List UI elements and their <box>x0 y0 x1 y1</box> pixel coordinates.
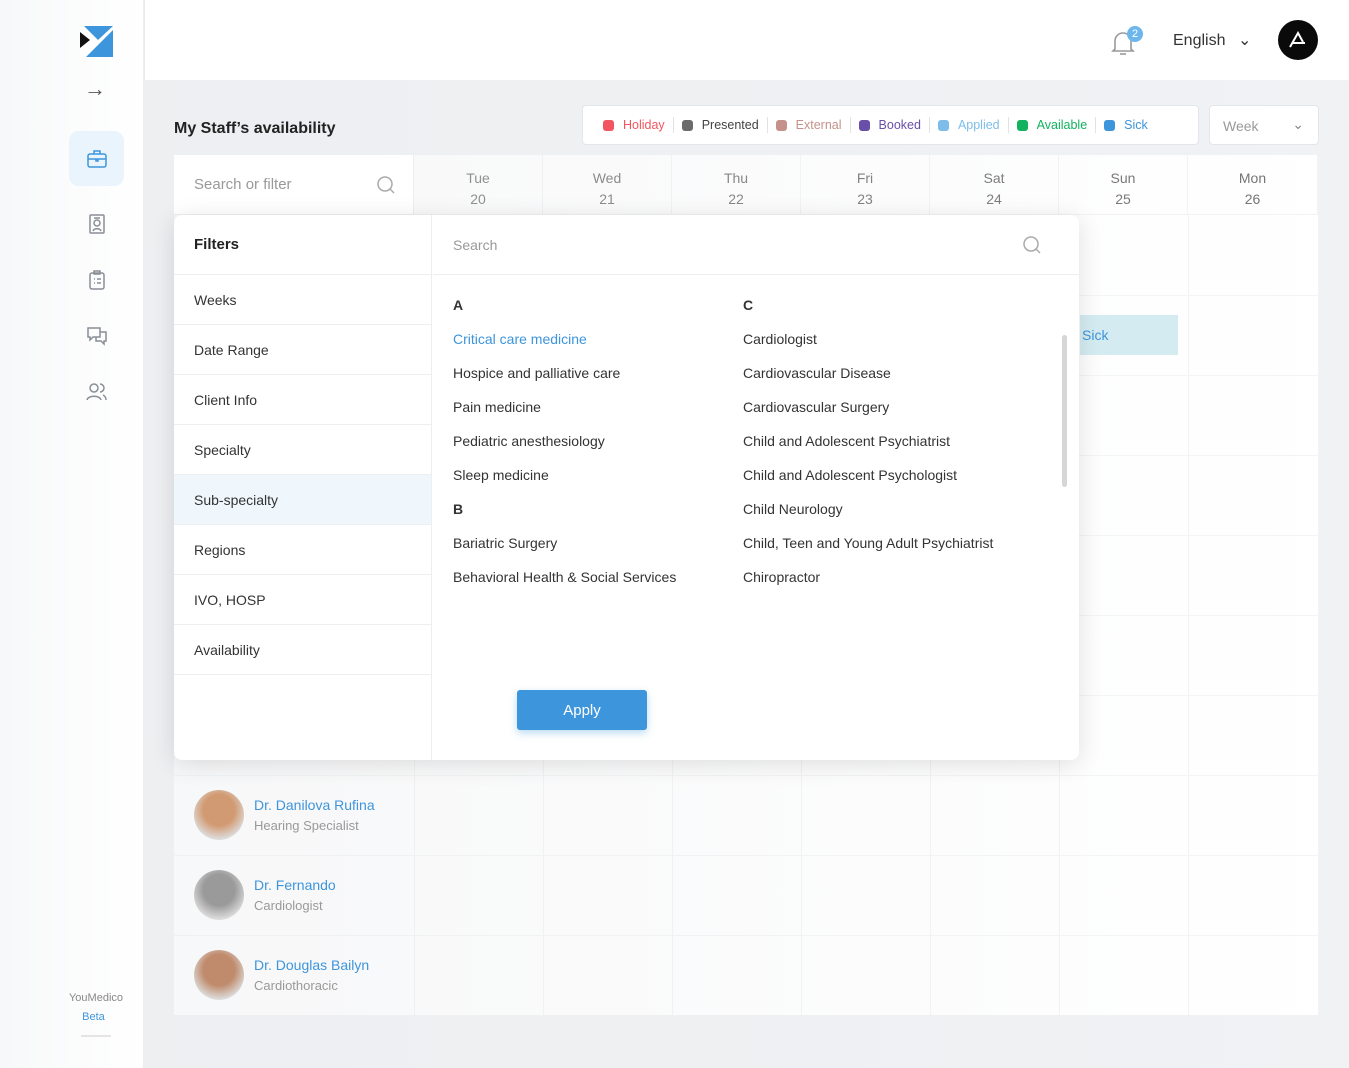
staff-name[interactable]: Dr. Douglas Bailyn <box>254 957 369 973</box>
staff-name[interactable]: Dr. Danilova Rufina <box>254 797 375 813</box>
filter-category-ivo-hosp[interactable]: IVO, HOSP <box>174 575 431 625</box>
expand-sidebar-arrow-icon[interactable]: → <box>84 76 106 102</box>
search-icon <box>1023 236 1041 254</box>
legend-label: Available <box>1036 118 1088 132</box>
language-select[interactable]: English ⌄ <box>1173 30 1251 50</box>
filter-search-input[interactable]: Search <box>433 215 1079 275</box>
filter-category-specialty[interactable]: Specialty <box>174 425 431 475</box>
legend-swatch <box>775 119 787 131</box>
sidebar-nav-chat[interactable] <box>69 308 124 363</box>
legend-item-holiday: Holiday <box>595 117 674 133</box>
user-logo-icon <box>1289 31 1305 48</box>
legend-label: Booked <box>878 118 921 132</box>
filter-category-date-range[interactable]: Date Range <box>174 325 431 375</box>
filter-category-weeks[interactable]: Weeks <box>174 275 431 325</box>
clipboard-icon <box>88 269 105 290</box>
chevron-down-icon: ⌄ <box>1237 32 1252 49</box>
filter-option[interactable]: Pain medicine <box>453 397 676 431</box>
staff-photo <box>194 950 244 1000</box>
briefcase-icon <box>86 149 107 168</box>
filter-option[interactable]: Pediatric anesthesiology <box>453 431 676 465</box>
sidebar: → YouMedico Beta <box>0 0 144 1068</box>
top-bar <box>145 0 1349 80</box>
logo-icon <box>80 26 113 57</box>
divider <box>81 1035 111 1037</box>
filter-option[interactable]: Child and Adolescent Psychologist <box>743 465 993 499</box>
sidebar-nav-clipboard[interactable] <box>69 252 124 307</box>
user-avatar[interactable] <box>1278 20 1318 60</box>
filters-modal: Filters Weeks Date Range Client Info Specia… <box>174 215 1079 760</box>
staff-role: Hearing Specialist <box>254 818 359 833</box>
sidebar-nav-users[interactable] <box>69 364 124 419</box>
language-label: English <box>1173 32 1226 49</box>
options-column-2: C Cardiologist Cardiovascular Disease Cardi… <box>743 295 993 601</box>
users-icon <box>85 382 107 400</box>
staff-row[interactable]: Dr. Danilova Rufina Hearing Specialist <box>194 790 375 840</box>
chat-icon <box>86 326 107 346</box>
legend-item-presented: Presented <box>674 117 768 133</box>
legend-swatch <box>1016 119 1028 131</box>
search-placeholder: Search <box>453 237 498 253</box>
filter-category-client-info[interactable]: Client Info <box>174 375 431 425</box>
staff-photo <box>194 790 244 840</box>
filter-category-regions[interactable]: Regions <box>174 525 431 575</box>
filter-option[interactable]: Cardiologist <box>743 329 993 363</box>
filter-option[interactable]: Child, Teen and Young Adult Psychiatrist <box>743 533 993 567</box>
legend-item-sick: Sick <box>1096 117 1156 133</box>
filter-option[interactable]: Chiropractor <box>743 567 993 601</box>
sidebar-nav-briefcase[interactable] <box>69 131 124 186</box>
staff-name[interactable]: Dr. Fernando <box>254 877 336 893</box>
filter-option[interactable]: Child and Adolescent Psychiatrist <box>743 431 993 465</box>
filter-option[interactable]: Cardiovascular Surgery <box>743 397 993 431</box>
filter-category-availability[interactable]: Availability <box>174 625 431 675</box>
filter-option[interactable]: Sleep medicine <box>453 465 676 499</box>
filter-category-sub-specialty[interactable]: Sub-specialty <box>174 475 431 525</box>
legend-swatch <box>603 119 614 131</box>
view-select[interactable]: Week ⌄ <box>1209 105 1319 145</box>
legend-item-applied: Applied <box>930 117 1009 133</box>
filter-option[interactable]: Cardiovascular Disease <box>743 363 993 397</box>
options-column-1: A Critical care medicine Hospice and palli… <box>453 295 676 601</box>
view-select-value: Week <box>1223 118 1259 134</box>
filter-option[interactable]: Child Neurology <box>743 499 993 533</box>
letter-heading: C <box>743 297 754 313</box>
filter-categories: Filters Weeks Date Range Client Info Specia… <box>174 215 432 760</box>
legend-swatch <box>858 119 870 131</box>
page-title: My Staff’s availability <box>174 120 336 137</box>
legend-label: Presented <box>701 118 759 132</box>
status-legend: Holiday Presented External Booked Applied Ava… <box>582 105 1199 145</box>
sick-cell[interactable]: Sick <box>1080 315 1178 355</box>
filter-option[interactable]: Hospice and palliative care <box>453 363 676 397</box>
search-placeholder: Search or filter <box>194 176 292 193</box>
letter-heading: B <box>453 501 464 517</box>
staff-role: Cardiologist <box>254 898 323 913</box>
sidebar-nav-contact-card[interactable] <box>69 196 124 251</box>
letter-heading: A <box>453 297 464 313</box>
filter-option[interactable]: Critical care medicine <box>453 329 676 363</box>
chevron-down-icon: ⌄ <box>1292 116 1304 132</box>
filters-title: Filters <box>174 215 431 275</box>
legend-label: External <box>795 118 842 132</box>
legend-item-available: Available <box>1009 117 1097 133</box>
staff-role: Cardiothoracic <box>254 978 338 993</box>
search-icon <box>377 176 395 194</box>
legend-item-external: External <box>768 117 851 133</box>
legend-swatch <box>681 119 693 131</box>
scrollbar[interactable] <box>1062 335 1067 487</box>
legend-label: Sick <box>1124 118 1148 132</box>
grid-search-input[interactable]: Search or filter <box>174 155 414 215</box>
legend-item-booked: Booked <box>851 117 930 133</box>
apply-button[interactable]: Apply <box>517 690 647 730</box>
legend-label: Applied <box>957 118 1000 132</box>
notification-count-badge: 2 <box>1127 26 1143 42</box>
legend-label: Holiday <box>623 118 665 132</box>
staff-row[interactable]: Dr. Douglas Bailyn Cardiothoracic <box>194 950 369 1000</box>
legend-swatch <box>937 119 949 131</box>
contact-card-icon <box>88 213 105 234</box>
legend-swatch <box>1104 119 1116 131</box>
filter-option[interactable]: Behavioral Health & Social Services <box>453 567 676 601</box>
filter-option[interactable]: Bariatric Surgery <box>453 533 676 567</box>
staff-photo <box>194 870 244 920</box>
staff-row[interactable]: Dr. Fernando Cardiologist <box>194 870 336 920</box>
